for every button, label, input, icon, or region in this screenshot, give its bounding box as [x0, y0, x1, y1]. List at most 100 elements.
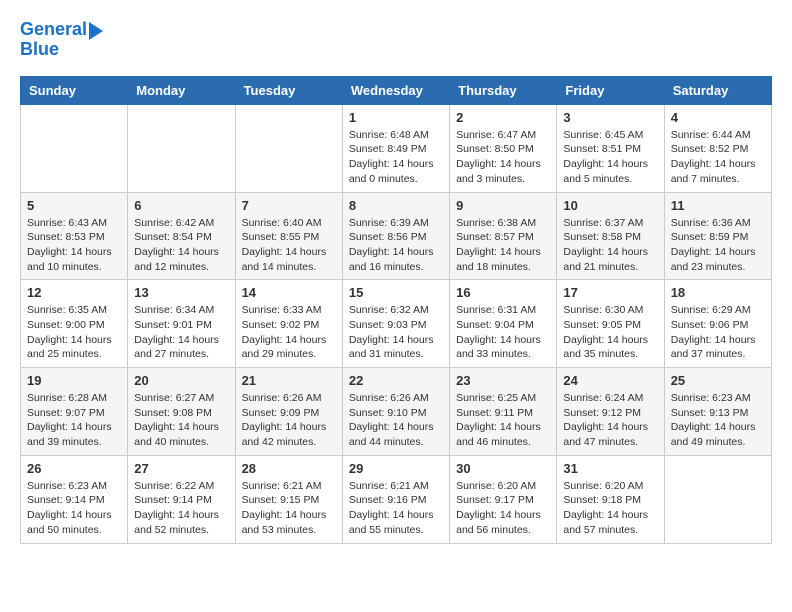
- day-info: Sunrise: 6:21 AMSunset: 9:15 PMDaylight:…: [242, 479, 336, 538]
- calendar-cell: 17 Sunrise: 6:30 AMSunset: 9:05 PMDayligh…: [557, 280, 664, 368]
- calendar-week-row: 1 Sunrise: 6:48 AMSunset: 8:49 PMDaylight…: [21, 104, 772, 192]
- calendar-cell: 5 Sunrise: 6:43 AMSunset: 8:53 PMDaylight…: [21, 192, 128, 280]
- day-info: Sunrise: 6:24 AMSunset: 9:12 PMDaylight:…: [563, 391, 657, 450]
- calendar-week-row: 12 Sunrise: 6:35 AMSunset: 9:00 PMDayligh…: [21, 280, 772, 368]
- day-info: Sunrise: 6:20 AMSunset: 9:17 PMDaylight:…: [456, 479, 550, 538]
- calendar-cell: 6Sunrise: 6:42 AMSunset: 8:54 PMDaylight…: [128, 192, 235, 280]
- calendar-cell: 29 Sunrise: 6:21 AMSunset: 9:16 PMDayligh…: [342, 455, 449, 543]
- calendar-week-row: 26 Sunrise: 6:23 AMSunset: 9:14 PMDayligh…: [21, 455, 772, 543]
- day-of-week-header: Tuesday: [235, 76, 342, 104]
- calendar-cell: [235, 104, 342, 192]
- logo-text-blue: Blue: [20, 40, 103, 60]
- day-info: Sunrise: 6:28 AMSunset: 9:07 PMDaylight:…: [27, 391, 121, 450]
- day-info: Sunrise: 6:48 AMSunset: 8:49 PMDaylight:…: [349, 128, 443, 187]
- calendar-cell: 4 Sunrise: 6:44 AMSunset: 8:52 PMDaylight…: [664, 104, 771, 192]
- calendar-cell: 21 Sunrise: 6:26 AMSunset: 9:09 PMDayligh…: [235, 368, 342, 456]
- day-number: 28: [242, 461, 336, 476]
- day-info: Sunrise: 6:43 AMSunset: 8:53 PMDaylight:…: [27, 216, 121, 275]
- day-number: 5: [27, 198, 121, 213]
- calendar-cell: 2 Sunrise: 6:47 AMSunset: 8:50 PMDaylight…: [450, 104, 557, 192]
- calendar-cell: 23Sunrise: 6:25 AMSunset: 9:11 PMDayligh…: [450, 368, 557, 456]
- calendar-cell: [21, 104, 128, 192]
- calendar-cell: 25Sunrise: 6:23 AMSunset: 9:13 PMDayligh…: [664, 368, 771, 456]
- day-info: Sunrise: 6:20 AMSunset: 9:18 PMDaylight:…: [563, 479, 657, 538]
- day-number: 10: [563, 198, 657, 213]
- calendar-cell: 10 Sunrise: 6:37 AMSunset: 8:58 PMDayligh…: [557, 192, 664, 280]
- day-number: 2: [456, 110, 550, 125]
- day-info: Sunrise: 6:37 AMSunset: 8:58 PMDaylight:…: [563, 216, 657, 275]
- calendar-cell: [664, 455, 771, 543]
- day-number: 30: [456, 461, 550, 476]
- day-number: 12: [27, 285, 121, 300]
- calendar-cell: 28 Sunrise: 6:21 AMSunset: 9:15 PMDayligh…: [235, 455, 342, 543]
- day-info: Sunrise: 6:22 AMSunset: 9:14 PMDaylight:…: [134, 479, 228, 538]
- day-number: 20: [134, 373, 228, 388]
- day-info: Sunrise: 6:27 AMSunset: 9:08 PMDaylight:…: [134, 391, 228, 450]
- day-number: 9: [456, 198, 550, 213]
- day-number: 21: [242, 373, 336, 388]
- calendar-cell: 30 Sunrise: 6:20 AMSunset: 9:17 PMDayligh…: [450, 455, 557, 543]
- day-number: 3: [563, 110, 657, 125]
- day-info: Sunrise: 6:42 AMSunset: 8:54 PMDaylight:…: [134, 216, 228, 275]
- day-of-week-header: Monday: [128, 76, 235, 104]
- day-number: 13: [134, 285, 228, 300]
- calendar-cell: [128, 104, 235, 192]
- day-info: Sunrise: 6:36 AMSunset: 8:59 PMDaylight:…: [671, 216, 765, 275]
- calendar-week-row: 19 Sunrise: 6:28 AMSunset: 9:07 PMDayligh…: [21, 368, 772, 456]
- day-number: 4: [671, 110, 765, 125]
- day-of-week-header: Friday: [557, 76, 664, 104]
- calendar-cell: 13Sunrise: 6:34 AMSunset: 9:01 PMDayligh…: [128, 280, 235, 368]
- day-info: Sunrise: 6:30 AMSunset: 9:05 PMDaylight:…: [563, 303, 657, 362]
- day-number: 17: [563, 285, 657, 300]
- day-number: 7: [242, 198, 336, 213]
- calendar-cell: 20 Sunrise: 6:27 AMSunset: 9:08 PMDayligh…: [128, 368, 235, 456]
- calendar-cell: 22 Sunrise: 6:26 AMSunset: 9:10 PMDayligh…: [342, 368, 449, 456]
- calendar-cell: 31 Sunrise: 6:20 AMSunset: 9:18 PMDayligh…: [557, 455, 664, 543]
- calendar-cell: 19 Sunrise: 6:28 AMSunset: 9:07 PMDayligh…: [21, 368, 128, 456]
- day-number: 8: [349, 198, 443, 213]
- calendar: SundayMondayTuesdayWednesdayThursdayFrid…: [20, 76, 772, 544]
- day-number: 27: [134, 461, 228, 476]
- day-number: 23: [456, 373, 550, 388]
- day-number: 26: [27, 461, 121, 476]
- day-info: Sunrise: 6:23 AMSunset: 9:13 PMDaylight:…: [671, 391, 765, 450]
- day-number: 11: [671, 198, 765, 213]
- day-info: Sunrise: 6:45 AMSunset: 8:51 PMDaylight:…: [563, 128, 657, 187]
- calendar-cell: 14 Sunrise: 6:33 AMSunset: 9:02 PMDayligh…: [235, 280, 342, 368]
- day-info: Sunrise: 6:47 AMSunset: 8:50 PMDaylight:…: [456, 128, 550, 187]
- calendar-cell: 3 Sunrise: 6:45 AMSunset: 8:51 PMDaylight…: [557, 104, 664, 192]
- day-info: Sunrise: 6:33 AMSunset: 9:02 PMDaylight:…: [242, 303, 336, 362]
- calendar-cell: 9 Sunrise: 6:38 AMSunset: 8:57 PMDaylight…: [450, 192, 557, 280]
- day-info: Sunrise: 6:26 AMSunset: 9:10 PMDaylight:…: [349, 391, 443, 450]
- calendar-cell: 16Sunrise: 6:31 AMSunset: 9:04 PMDayligh…: [450, 280, 557, 368]
- day-info: Sunrise: 6:35 AMSunset: 9:00 PMDaylight:…: [27, 303, 121, 362]
- day-of-week-header: Saturday: [664, 76, 771, 104]
- day-number: 16: [456, 285, 550, 300]
- logo: General Blue: [20, 20, 103, 60]
- day-of-week-header: Wednesday: [342, 76, 449, 104]
- day-info: Sunrise: 6:23 AMSunset: 9:14 PMDaylight:…: [27, 479, 121, 538]
- day-info: Sunrise: 6:32 AMSunset: 9:03 PMDaylight:…: [349, 303, 443, 362]
- day-number: 24: [563, 373, 657, 388]
- calendar-cell: 26 Sunrise: 6:23 AMSunset: 9:14 PMDayligh…: [21, 455, 128, 543]
- calendar-cell: 15Sunrise: 6:32 AMSunset: 9:03 PMDayligh…: [342, 280, 449, 368]
- day-number: 19: [27, 373, 121, 388]
- day-number: 22: [349, 373, 443, 388]
- calendar-week-row: 5 Sunrise: 6:43 AMSunset: 8:53 PMDaylight…: [21, 192, 772, 280]
- day-of-week-row: SundayMondayTuesdayWednesdayThursdayFrid…: [21, 76, 772, 104]
- calendar-cell: 8 Sunrise: 6:39 AMSunset: 8:56 PMDaylight…: [342, 192, 449, 280]
- day-of-week-header: Sunday: [21, 76, 128, 104]
- calendar-cell: 24 Sunrise: 6:24 AMSunset: 9:12 PMDayligh…: [557, 368, 664, 456]
- logo-text-general: General: [20, 20, 87, 40]
- day-number: 14: [242, 285, 336, 300]
- day-info: Sunrise: 6:44 AMSunset: 8:52 PMDaylight:…: [671, 128, 765, 187]
- day-info: Sunrise: 6:39 AMSunset: 8:56 PMDaylight:…: [349, 216, 443, 275]
- day-number: 18: [671, 285, 765, 300]
- day-number: 31: [563, 461, 657, 476]
- logo-arrow-icon: [89, 22, 103, 40]
- day-info: Sunrise: 6:21 AMSunset: 9:16 PMDaylight:…: [349, 479, 443, 538]
- day-info: Sunrise: 6:38 AMSunset: 8:57 PMDaylight:…: [456, 216, 550, 275]
- day-info: Sunrise: 6:26 AMSunset: 9:09 PMDaylight:…: [242, 391, 336, 450]
- day-number: 29: [349, 461, 443, 476]
- day-number: 1: [349, 110, 443, 125]
